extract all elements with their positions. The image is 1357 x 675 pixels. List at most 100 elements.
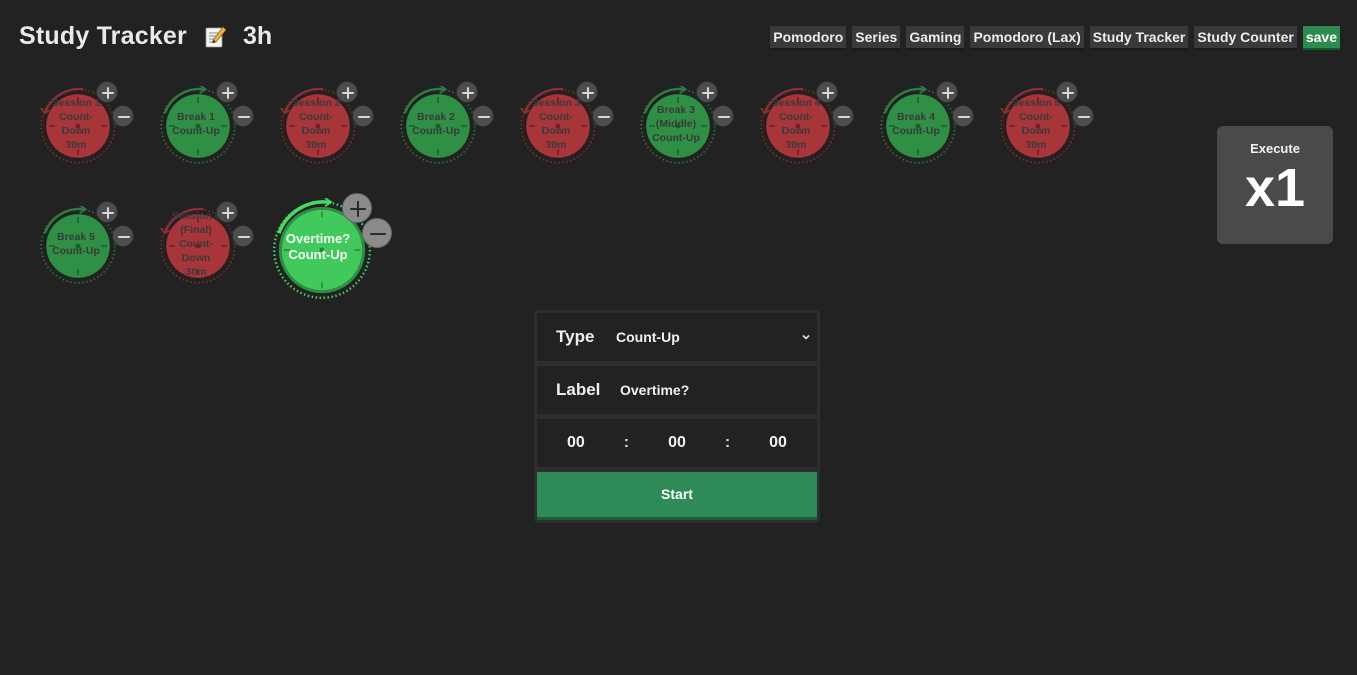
remove-button[interactable] — [352, 105, 374, 127]
timer-break-3[interactable]: Break 3 (Middle) Count-Up — [638, 81, 734, 166]
timer-break-1[interactable]: Break 1 Count-Up — [158, 81, 254, 166]
timer-label: Break 5 Count-Up — [48, 222, 104, 266]
timer-label-line: (Final) — [180, 224, 212, 236]
remove-button[interactable] — [952, 105, 974, 127]
plus-icon — [462, 87, 474, 99]
execute-multiplier: x1 — [1244, 158, 1306, 218]
timer-label-line: Session 2 — [291, 97, 341, 109]
remove-button[interactable] — [232, 225, 254, 247]
page-title: Study Tracker — [19, 22, 187, 50]
timer-label-line: Break 2 — [417, 111, 455, 123]
add-button[interactable] — [216, 81, 238, 103]
label-label: Label — [556, 380, 601, 399]
minus-icon — [118, 116, 130, 118]
preset-study-tracker-button[interactable]: Study Tracker — [1089, 26, 1189, 50]
timer-session-5[interactable]: Session 5 Count-Down 30m — [998, 81, 1094, 166]
preset-pomodoro-lax-button[interactable]: Pomodoro (Lax) — [970, 26, 1084, 50]
add-button[interactable] — [456, 81, 478, 103]
remove-button[interactable] — [362, 218, 392, 248]
timer-label-line: Count-Down — [59, 111, 93, 137]
minus-icon — [238, 236, 250, 238]
timer-session-4[interactable]: Session 4 Count-Down 30m — [758, 81, 854, 166]
timer-label-line: Session 4 — [771, 97, 821, 109]
timer-label-line: 30m — [545, 139, 567, 151]
remove-button[interactable] — [112, 225, 134, 247]
remove-button[interactable] — [1072, 105, 1094, 127]
timer-session-2[interactable]: Session 2 Count-Down 30m — [278, 81, 374, 166]
timer-session-3[interactable]: Session 3 Count-Down 30m — [518, 81, 614, 166]
timer-label: Break 1 Count-Up — [168, 102, 224, 146]
memo-icon — [203, 25, 227, 49]
timer-label: Break 4 Count-Up — [888, 102, 944, 146]
timer-label-line: Count-Up — [652, 132, 700, 144]
plus-icon — [1062, 87, 1074, 99]
remove-button[interactable] — [472, 105, 494, 127]
remove-button[interactable] — [712, 105, 734, 127]
preset-series-button[interactable]: Series — [852, 26, 901, 50]
time-separator: : — [623, 434, 630, 451]
preset-pomodoro-button[interactable]: Pomodoro — [770, 26, 847, 50]
timer-label-line: 30m — [785, 139, 807, 151]
timer-label: Overtime? Count-Up — [278, 218, 358, 276]
plus-icon — [702, 87, 714, 99]
timer-label-line: 30m — [185, 266, 207, 278]
timer-break-2[interactable]: Break 2 Count-Up — [398, 81, 494, 166]
minus-icon — [118, 236, 130, 238]
timer-label: Session 5 Count-Down 30m — [1008, 97, 1064, 151]
add-button[interactable] — [696, 81, 718, 103]
add-button[interactable] — [216, 201, 238, 223]
save-button[interactable]: save — [1302, 26, 1340, 50]
minutes-input[interactable]: 00 — [647, 434, 707, 452]
timer-label-line: Count-Down — [179, 238, 213, 264]
preset-gaming-button[interactable]: Gaming — [906, 26, 965, 50]
add-button[interactable] — [336, 81, 358, 103]
add-button[interactable] — [96, 201, 118, 223]
timer-label: Session 2 Count-Down 30m — [288, 97, 344, 151]
add-button[interactable] — [1056, 81, 1078, 103]
start-button[interactable]: Start — [537, 472, 817, 520]
time-separator: : — [724, 434, 731, 451]
timer-label: Break 3 (Middle) Count-Up — [648, 102, 704, 146]
timer-session-6[interactable]: Session 6 (Final) Count-Down 30m — [158, 201, 254, 286]
timer-label: Session 4 Count-Down 30m — [768, 97, 824, 151]
timer-label-line: Count-Up — [52, 245, 100, 257]
remove-button[interactable] — [592, 105, 614, 127]
add-button[interactable] — [936, 81, 958, 103]
timer-label-line: Overtime? — [285, 231, 351, 246]
add-button[interactable] — [816, 81, 838, 103]
execute-label: Execute — [1250, 141, 1300, 156]
app-header: Study Tracker 3h — [19, 22, 272, 51]
add-button[interactable] — [576, 81, 598, 103]
execute-button[interactable]: Execute x1 — [1217, 126, 1333, 244]
type-select[interactable]: Count-Up — [616, 313, 817, 361]
timer-session-1[interactable]: Session 1 Count-Down 30m — [38, 81, 134, 166]
minus-icon — [478, 116, 490, 118]
timer-label-line: Session 1 — [51, 97, 101, 109]
timer-label-line: 30m — [1025, 139, 1047, 151]
minus-icon — [358, 116, 370, 118]
timer-label: Session 3 Count-Down 30m — [528, 97, 584, 151]
remove-button[interactable] — [232, 105, 254, 127]
timer-break-5[interactable]: Break 5 Count-Up — [38, 201, 134, 286]
plus-icon — [222, 207, 234, 219]
timer-overtime[interactable]: Overtime? Count-Up — [270, 193, 392, 302]
timer-label-line: Count-Down — [539, 111, 573, 137]
remove-button[interactable] — [112, 105, 134, 127]
add-button[interactable] — [96, 81, 118, 103]
remove-button[interactable] — [832, 105, 854, 127]
plus-icon — [102, 87, 114, 99]
hours-input[interactable]: 00 — [546, 434, 606, 452]
timer-label-line: Count-Up — [412, 125, 460, 137]
timer-label-line: Session 6 — [171, 210, 221, 222]
timer-label: Session 6 (Final) Count-Down 30m — [168, 210, 224, 278]
label-input[interactable]: Overtime? — [620, 382, 817, 398]
minus-icon — [370, 233, 386, 235]
minus-icon — [838, 116, 850, 118]
timer-label: Break 2 Count-Up — [408, 102, 464, 146]
plus-icon — [822, 87, 834, 99]
seconds-input[interactable]: 00 — [748, 434, 808, 452]
timer-break-4[interactable]: Break 4 Count-Up — [878, 81, 974, 166]
preset-study-counter-button[interactable]: Study Counter — [1194, 26, 1297, 50]
timer-label-line: Break 3 — [657, 104, 695, 116]
plus-icon — [222, 87, 234, 99]
